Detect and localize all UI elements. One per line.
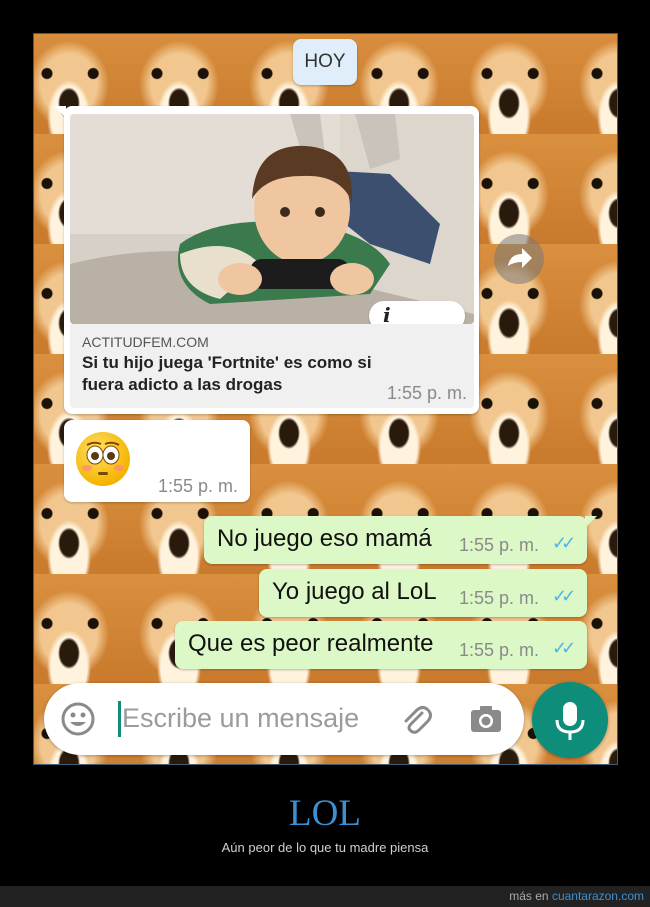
boy-gaming-photo (70, 114, 474, 324)
link-site: ACTITUDFEM.COM (82, 334, 209, 350)
message-time: 1:55 p. m. (157, 476, 238, 496)
message-input[interactable]: Escribe un mensaje (122, 703, 359, 734)
message-time: 1:55 p. m. (459, 535, 540, 555)
outgoing-message[interactable]: Yo juego al LoL 1:55 p. m. ✓✓ (259, 569, 587, 617)
message-text: No juego eso mamá (217, 525, 432, 552)
message-time: 1:55 p. m. (459, 640, 540, 660)
outgoing-message[interactable]: No juego eso mamá 1:55 p. m. ✓✓ (204, 516, 597, 564)
emoji-icon[interactable] (60, 701, 96, 737)
bubble-tail (54, 106, 66, 118)
emoji-message[interactable]: 1:55 p. m. (64, 420, 250, 502)
outgoing-message[interactable]: Que es peor realmente 1:55 p. m. ✓✓ (175, 621, 587, 669)
attach-icon[interactable] (398, 701, 434, 737)
forward-button[interactable] (494, 234, 544, 284)
flushed-face-emoji (76, 432, 130, 486)
bubble-tail (585, 516, 597, 528)
message-time: 1:55 p. m. (459, 588, 540, 608)
camera-icon[interactable] (468, 701, 504, 737)
footer-prefix: más en (509, 889, 549, 903)
double-check-icon: ✓✓ (552, 586, 576, 606)
caption-title: LOL (289, 793, 361, 834)
mic-icon (555, 702, 585, 740)
caption-subtitle: Aún peor de lo que tu madre piensa (221, 840, 429, 855)
chat-screenshot: HOY i ACTITUDFEM.COM Si tu hijo juega 'F… (33, 33, 618, 765)
mic-button[interactable] (532, 682, 608, 758)
date-chip: HOY (293, 39, 357, 85)
double-check-icon: ✓✓ (552, 638, 576, 658)
double-check-icon: ✓✓ (552, 533, 576, 553)
forward-icon (508, 248, 532, 268)
message-text: Que es peor realmente (188, 630, 434, 657)
link-title: Si tu hijo juega 'Fortnite' es como si f… (82, 353, 372, 394)
text-cursor (118, 701, 121, 737)
link-preview-message[interactable]: i ACTITUDFEM.COM Si tu hijo juega 'Fortn… (54, 106, 479, 414)
message-text: Yo juego al LoL (272, 578, 437, 605)
message-input-bar[interactable]: Escribe un mensaje (44, 683, 524, 755)
link-preview-image[interactable] (70, 114, 474, 324)
footer-credit: más en cuantarazon.com (509, 889, 644, 903)
footer-site-link[interactable]: cuantarazon.com (552, 889, 644, 903)
footer-bar: más en cuantarazon.com (0, 886, 650, 907)
message-time: 1:55 p. m. (386, 383, 467, 403)
